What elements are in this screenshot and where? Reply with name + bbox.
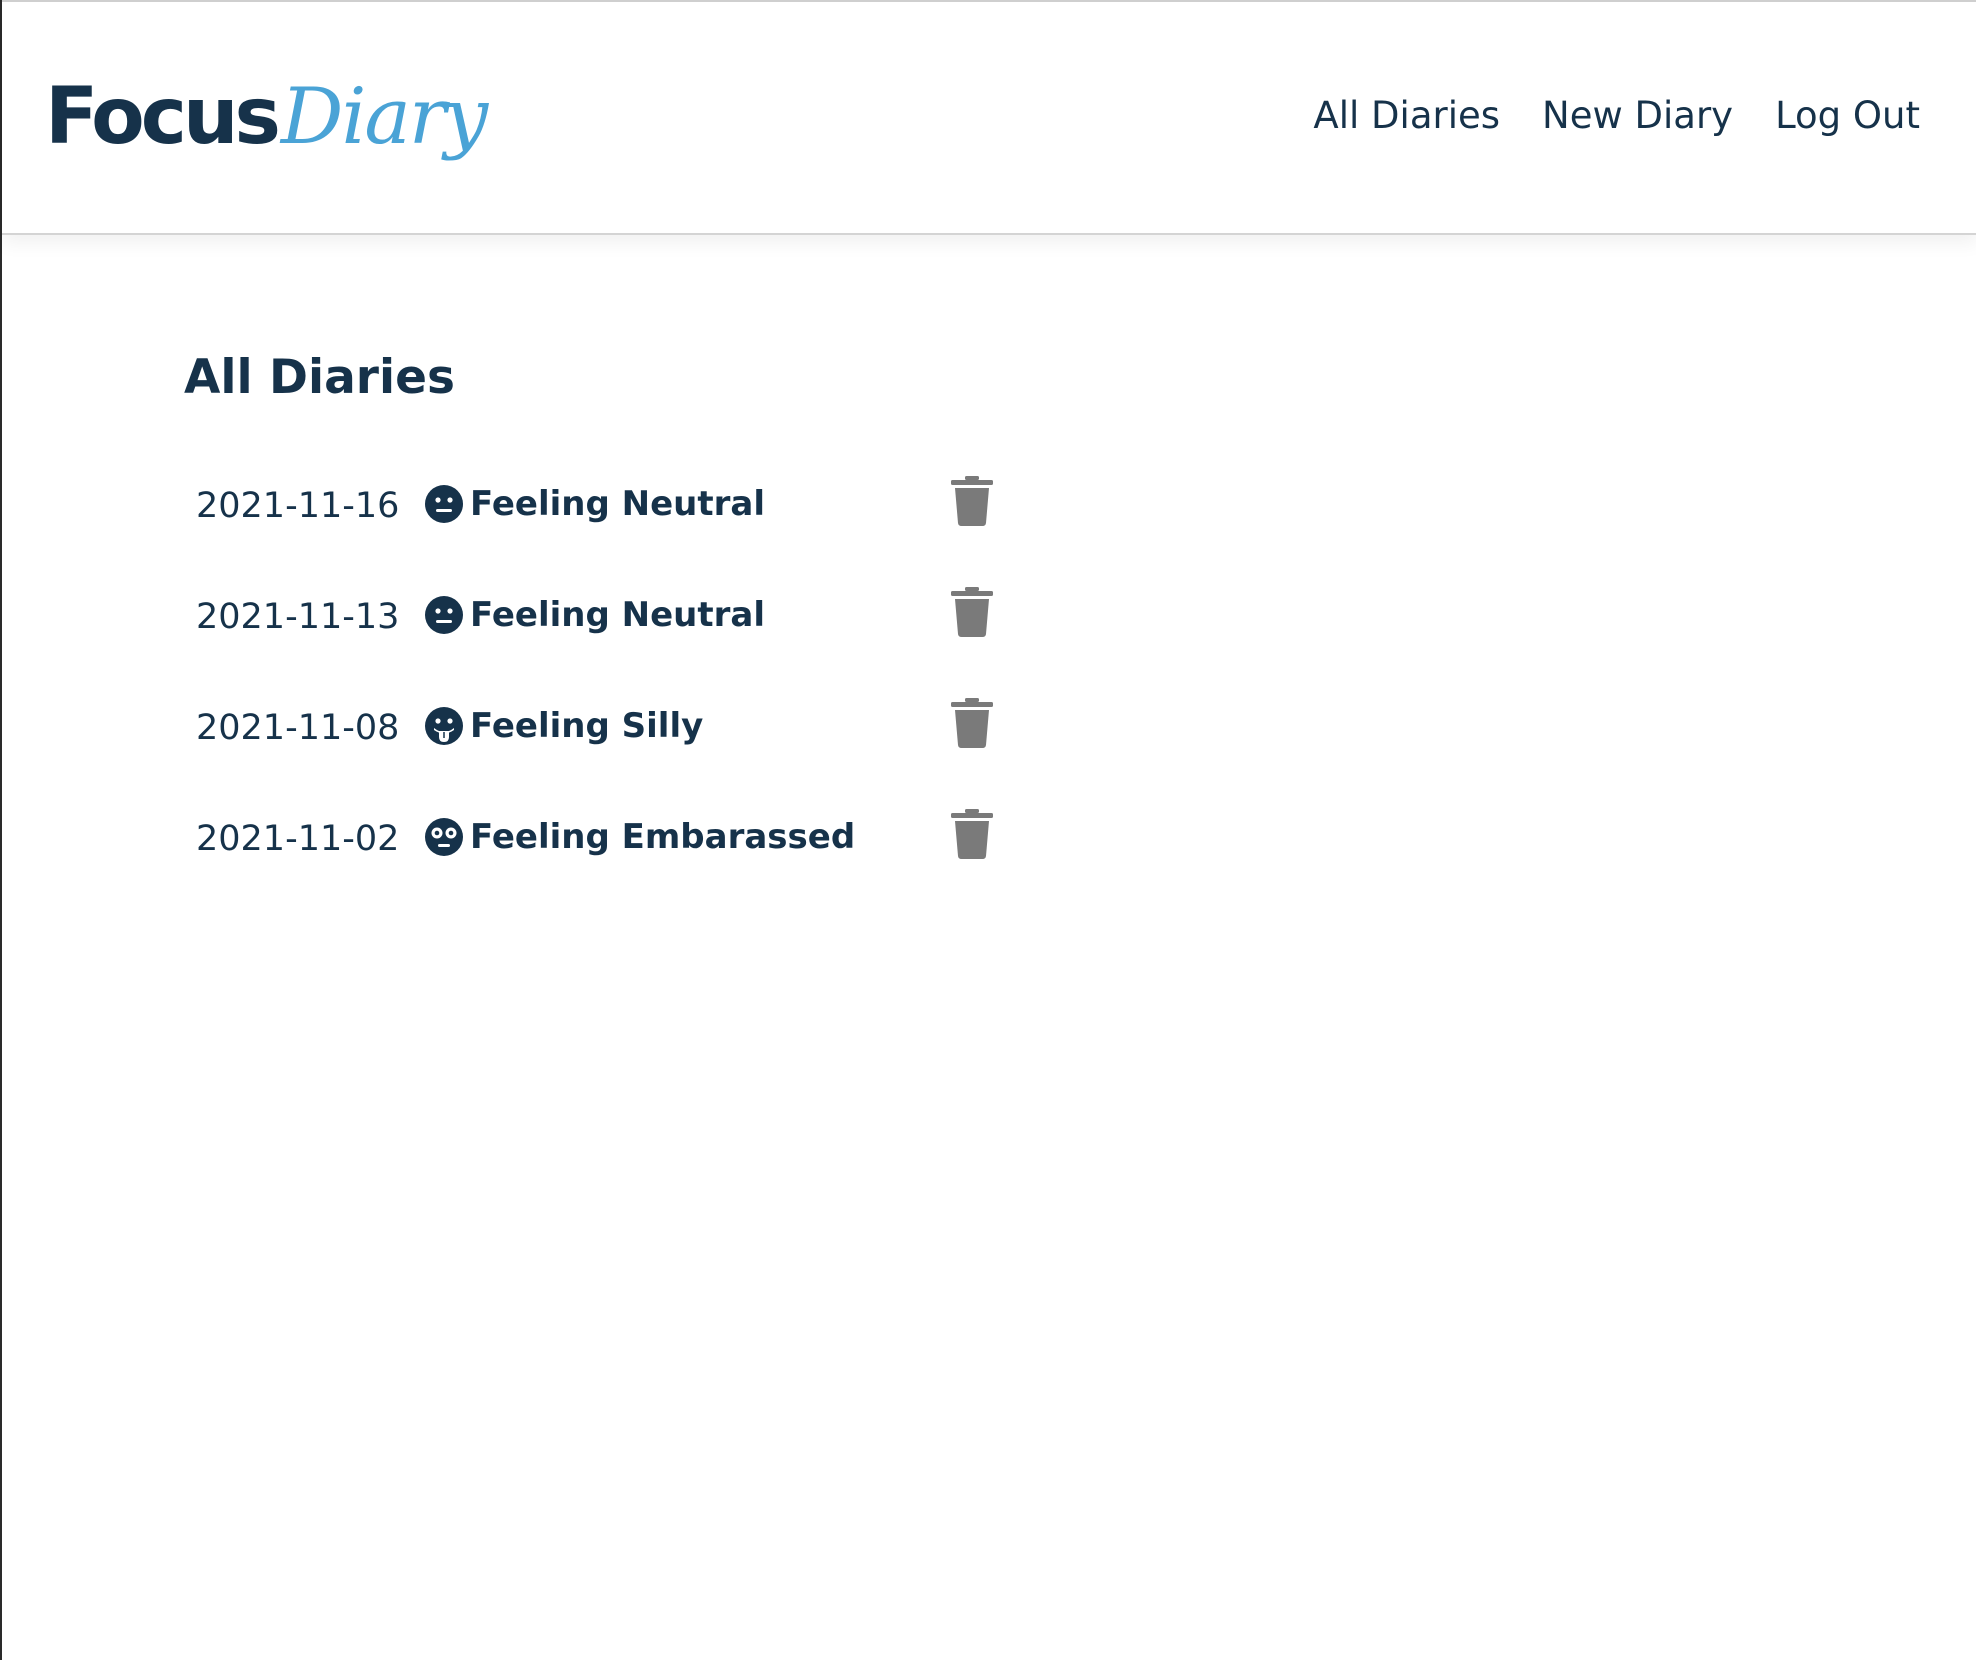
nav-all-diaries[interactable]: All Diaries [1313,94,1500,137]
nav-new-diary[interactable]: New Diary [1542,94,1733,137]
app-page: Focus Diary All Diaries New Diary Log Ou… [0,0,1976,1660]
entry-mood-link[interactable]: Feeling Silly [424,706,703,746]
entry-date: 2021-11-16 [196,486,400,526]
top-navbar: Focus Diary All Diaries New Diary Log Ou… [2,0,1976,235]
entry-date: 2021-11-08 [196,708,400,748]
entry-mood-label: Feeling Neutral [470,484,765,524]
nav-log-out[interactable]: Log Out [1775,94,1920,137]
entry-mood-label: Feeling Neutral [470,595,765,635]
page-title: All Diaries [184,350,455,405]
logo-diary-text: Diary [280,72,488,162]
entry-mood-label: Feeling Embarassed [470,817,856,857]
diary-list: 2021-11-16 Feeling Neutral 2021-11-13 Fe… [184,476,1004,920]
entry-date: 2021-11-13 [196,597,400,637]
entry-mood-link[interactable]: Feeling Embarassed [424,817,855,857]
trash-icon[interactable] [950,587,994,637]
main-content: All Diaries 2021-11-16 Feeling Neutral 2… [184,350,993,859]
entry-mood-label: Feeling Silly [470,706,704,746]
trash-icon[interactable] [950,698,994,748]
entry-mood-link[interactable]: Feeling Neutral [424,595,765,635]
trash-icon[interactable] [950,809,994,859]
diary-entry-row: 2021-11-02 Feeling Embarassed [184,809,1004,920]
entry-date: 2021-11-02 [196,819,400,859]
diary-entry-row: 2021-11-08 Feeling Silly [184,698,1004,809]
tongue-face-icon [425,707,463,745]
brand-logo[interactable]: Focus Diary [45,72,488,182]
logo-focus-text: Focus [45,72,281,162]
neutral-face-icon [425,485,463,523]
trash-icon[interactable] [950,476,994,526]
entry-mood-link[interactable]: Feeling Neutral [424,484,765,524]
main-nav: All Diaries New Diary Log Out [1313,94,1920,137]
neutral-face-icon [425,596,463,634]
flushed-face-icon [425,818,463,856]
diary-entry-row: 2021-11-16 Feeling Neutral [184,476,1004,587]
diary-entry-row: 2021-11-13 Feeling Neutral [184,587,1004,698]
